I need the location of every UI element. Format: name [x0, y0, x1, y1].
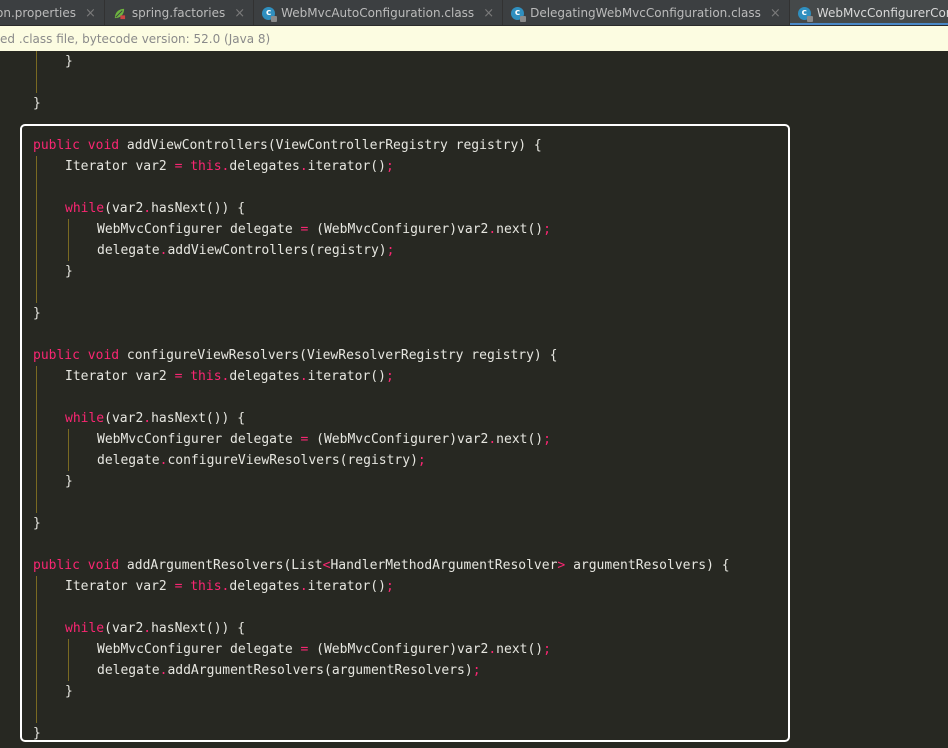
indent-guide [36, 366, 37, 513]
code-line: } [33, 96, 41, 111]
indent-guide [68, 639, 69, 681]
code-line: delegate.configureViewResolvers(registry… [97, 453, 426, 468]
tab-label: spring.factories [131, 6, 226, 20]
class-file-icon: c [511, 6, 527, 22]
notice-text: ed .class file, bytecode version: 52.0 (… [0, 31, 271, 46]
code-line: } [33, 516, 41, 531]
tab-webmvcconfigurercomposite[interactable]: c WebMvcConfigurerComposite.class × [789, 0, 948, 25]
tab-label: DelegatingWebMvcConfiguration.class [530, 6, 761, 20]
tab-label: WebMvcConfigurerComposite.class [816, 6, 948, 20]
code-line: } [33, 726, 41, 741]
indent-guide [36, 156, 37, 303]
code-line: } [33, 306, 41, 321]
code-line: WebMvcConfigurer delegate = (WebMvcConfi… [97, 642, 551, 657]
decompiled-notice-bar: ed .class file, bytecode version: 52.0 (… [0, 26, 948, 51]
tab-spring-factories[interactable]: spring.factories × [105, 0, 255, 25]
indent-guide [68, 219, 69, 261]
tab-webmvcautoconfiguration[interactable]: c WebMvcAutoConfiguration.class × [254, 0, 504, 25]
code-line: public void addArgumentResolvers(List<Ha… [33, 558, 730, 573]
tab-label: WebMvcAutoConfiguration.class [281, 6, 475, 20]
close-icon[interactable]: × [770, 7, 781, 20]
code-line: public void addViewControllers(ViewContr… [33, 138, 542, 153]
code-line: } [65, 54, 73, 69]
code-line: while(var2.hasNext()) { [65, 411, 246, 426]
indent-guide [36, 576, 37, 723]
code-line: public void configureViewResolvers(ViewR… [33, 348, 558, 363]
editor-tab-bar: on.properties × spring.factories × c Web… [0, 0, 948, 26]
tab-on-properties[interactable]: on.properties × [0, 0, 105, 25]
close-icon[interactable]: × [85, 7, 96, 20]
code-editor[interactable]: }} public void addViewControllers(ViewCon… [0, 51, 948, 748]
code-line: while(var2.hasNext()) { [65, 201, 246, 216]
code-line: WebMvcConfigurer delegate = (WebMvcConfi… [97, 222, 551, 237]
tab-delegatingwebmvcconfiguration[interactable]: c DelegatingWebMvcConfiguration.class × [503, 0, 790, 25]
code-line: } [65, 474, 73, 489]
close-icon[interactable]: × [483, 7, 494, 20]
tab-label: on.properties [0, 6, 76, 20]
code-line: Iterator var2 = this.delegates.iterator(… [65, 579, 394, 594]
indent-guide [68, 429, 69, 471]
code-line: WebMvcConfigurer delegate = (WebMvcConfi… [97, 432, 551, 447]
spring-leaf-icon [114, 8, 125, 19]
code-line: delegate.addViewControllers(registry); [97, 243, 395, 258]
code-line: } [65, 684, 73, 699]
code-line: delegate.addArgumentResolvers(argumentRe… [97, 663, 481, 678]
indent-guide [36, 51, 37, 93]
code-line: while(var2.hasNext()) { [65, 621, 246, 636]
code-line: } [65, 264, 73, 279]
code-line: Iterator var2 = this.delegates.iterator(… [65, 159, 394, 174]
class-file-icon: c [262, 6, 278, 22]
class-file-icon: c [797, 6, 813, 22]
close-icon[interactable]: × [234, 7, 245, 20]
code-line: Iterator var2 = this.delegates.iterator(… [65, 369, 394, 384]
